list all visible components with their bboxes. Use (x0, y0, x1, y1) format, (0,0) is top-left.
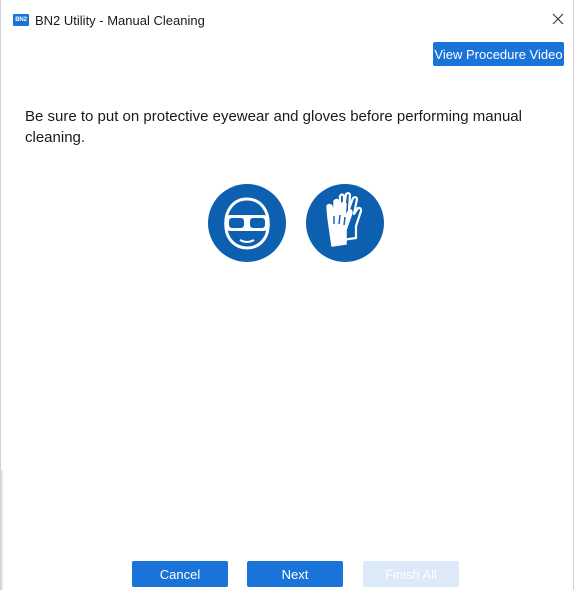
title-bar: BN2 BN2 Utility - Manual Cleaning (1, 0, 573, 34)
safety-goggles-icon (208, 184, 286, 262)
app-logo-icon: BN2 (13, 14, 29, 26)
instruction-text: Be sure to put on protective eyewear and… (25, 108, 522, 146)
cancel-button[interactable]: Cancel (132, 561, 228, 587)
close-icon (552, 13, 564, 25)
protective-gloves-icon (306, 184, 384, 262)
window-title: BN2 Utility - Manual Cleaning (35, 13, 205, 28)
finish-all-button[interactable]: Finish All (363, 561, 459, 587)
manual-cleaning-window: BN2 BN2 Utility - Manual Cleaning View P… (0, 0, 574, 590)
next-button[interactable]: Next (247, 561, 343, 587)
window-left-edge (1, 470, 3, 590)
view-procedure-video-button[interactable]: View Procedure Video (433, 42, 564, 66)
close-button[interactable] (547, 8, 569, 30)
